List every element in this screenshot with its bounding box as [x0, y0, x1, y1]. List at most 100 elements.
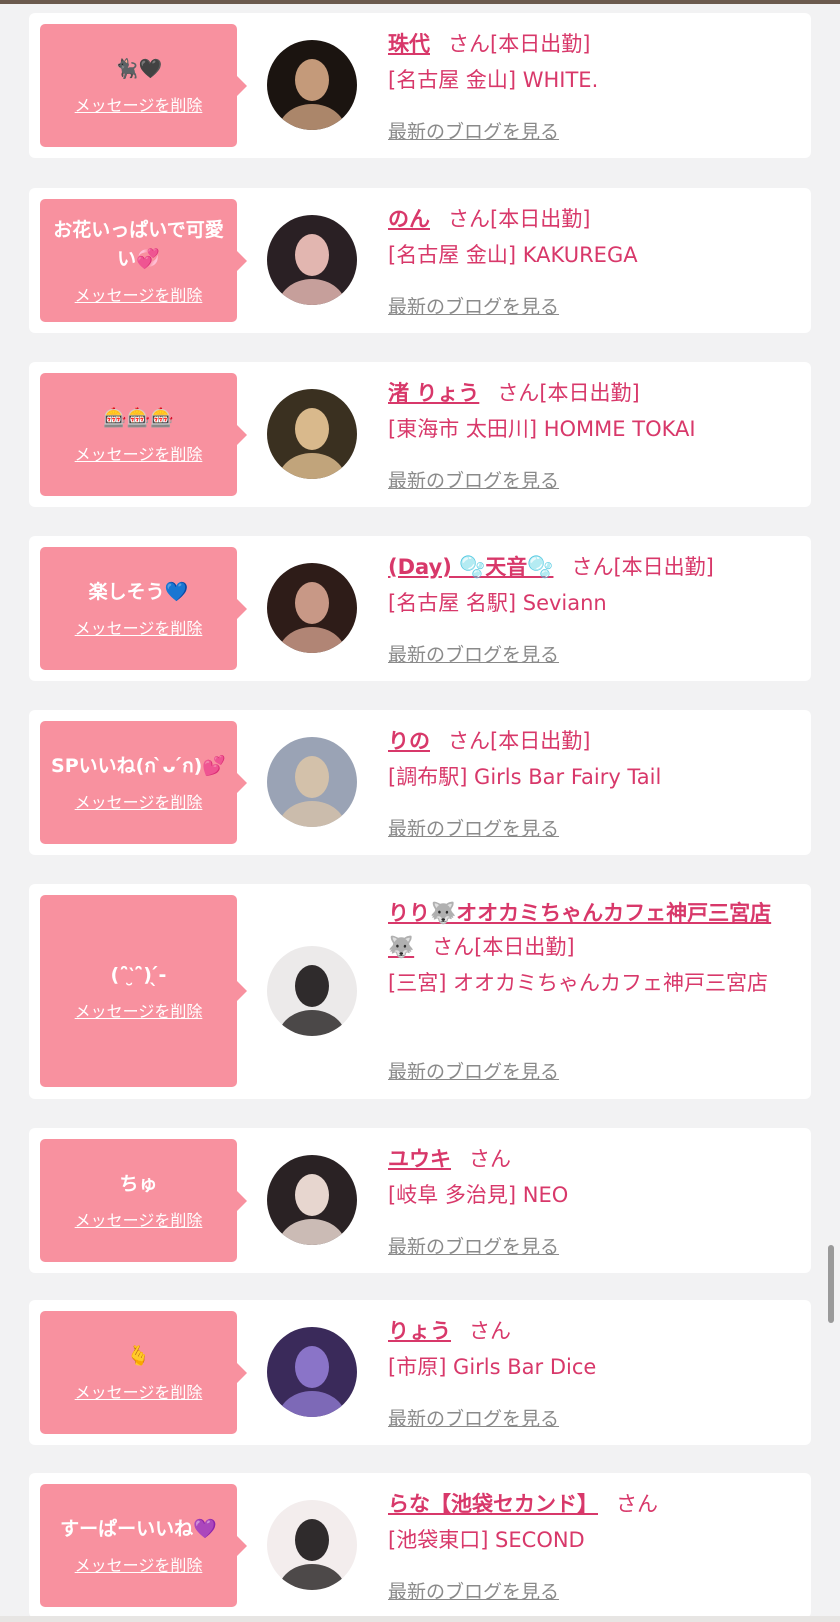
message-card: 🎰🎰🎰 メッセージを削除 渚 りょう さん[本日出勤] [東海市 太田川] HOM… — [29, 362, 811, 507]
shop-label: [調布駅] Girls Bar Fairy Tail — [388, 765, 662, 789]
avatar-image — [267, 563, 357, 653]
shop-label: [池袋東口] SECOND — [388, 1528, 585, 1552]
delete-message-link[interactable]: メッセージを削除 — [75, 92, 203, 116]
cast-name-link[interactable]: (Day) 🫧天音🫧 — [388, 555, 553, 579]
avatar[interactable] — [267, 1327, 357, 1417]
honorific: さん — [448, 32, 490, 56]
message-card: ちゅ メッセージを削除 ユウキ さん [岐阜 多治見] NEO 最新のブログを見る — [29, 1128, 811, 1273]
cast-name-link[interactable]: らな【池袋セカンド】 — [388, 1492, 598, 1516]
avatar[interactable] — [267, 389, 357, 479]
avatar-image — [267, 389, 357, 479]
name-line: ユウキ さん — [388, 1142, 800, 1176]
delete-message-link[interactable]: メッセージを削除 — [75, 1379, 203, 1403]
honorific: さん — [432, 935, 475, 959]
message-bubble: SPいいね(ก ̀ᴗ ́ก)💕 メッセージを削除 — [40, 721, 247, 844]
message-bubble: 🐈‍⬛🖤 メッセージを削除 — [40, 24, 247, 147]
blog-link[interactable]: 最新のブログを見る — [388, 292, 559, 319]
cast-name-link[interactable]: 珠代 — [388, 32, 430, 56]
top-border — [0, 0, 840, 4]
scrollbar-thumb[interactable] — [828, 1245, 834, 1323]
message-card: すーぱーいいね💜 メッセージを削除 らな【池袋セカンド】 さん [池袋東口] SE… — [29, 1473, 811, 1618]
honorific: さん — [469, 1319, 511, 1343]
blog-link[interactable]: 最新のブログを見る — [388, 1404, 559, 1431]
name-line: (Day) 🫧天音🫧 さん[本日出勤] — [388, 550, 800, 584]
cast-info: 渚 りょう さん[本日出勤] [東海市 太田川] HOMME TOKAI — [388, 376, 800, 446]
avatar[interactable] — [267, 40, 357, 130]
message-card: 🐈‍⬛🖤 メッセージを削除 珠代 さん[本日出勤] [名古屋 金山] WHITE.… — [29, 13, 811, 158]
shop-label: [名古屋 金山] WHITE. — [388, 68, 599, 92]
message-text: お花いっぱいで可愛い💞 — [53, 218, 224, 270]
name-line: らな【池袋セカンド】 さん — [388, 1487, 800, 1521]
cast-info: らな【池袋セカンド】 さん [池袋東口] SECOND — [388, 1487, 800, 1557]
honorific: さん — [497, 381, 540, 405]
name-line: 珠代 さん[本日出勤] — [388, 27, 800, 61]
blog-link[interactable]: 最新のブログを見る — [388, 1057, 559, 1084]
message-bubble: 🫰 メッセージを削除 — [40, 1311, 247, 1434]
status-label: [本日出勤] — [490, 32, 591, 56]
delete-message-link[interactable]: メッセージを削除 — [75, 615, 203, 639]
cast-info: のん さん[本日出勤] [名古屋 金山] KAKUREGA — [388, 202, 800, 272]
blog-link[interactable]: 最新のブログを見る — [388, 466, 559, 493]
blog-link[interactable]: 最新のブログを見る — [388, 1232, 559, 1259]
cast-name-link[interactable]: りの — [388, 729, 430, 753]
honorific: さん — [571, 555, 614, 579]
avatar[interactable] — [267, 737, 357, 827]
cast-name-link[interactable]: りょう — [388, 1319, 451, 1343]
cast-info: りの さん[本日出勤] [調布駅] Girls Bar Fairy Tail — [388, 724, 800, 794]
avatar[interactable] — [267, 563, 357, 653]
avatar[interactable] — [267, 215, 357, 305]
shop-label: [東海市 太田川] HOMME TOKAI — [388, 417, 696, 441]
name-line: りの さん[本日出勤] — [388, 724, 800, 758]
delete-message-link[interactable]: メッセージを削除 — [75, 282, 203, 306]
avatar-image — [267, 737, 357, 827]
delete-message-link[interactable]: メッセージを削除 — [75, 998, 203, 1022]
cast-name-link[interactable]: 渚 りょう — [388, 381, 479, 405]
cast-name-link[interactable]: ユウキ — [388, 1147, 451, 1171]
message-text: 楽しそう💙 — [88, 581, 189, 603]
shop-label: [名古屋 金山] KAKUREGA — [388, 243, 638, 267]
avatar-image — [267, 215, 357, 305]
message-text: (ˆ̑‵̮ˆ̑)︎ ̖́-‬ — [110, 963, 167, 986]
name-line: 渚 りょう さん[本日出勤] — [388, 376, 800, 410]
cast-info: りり🐺オオカミちゃんカフェ神戸三宮店🐺 さん[本日出勤] [三宮] オオカミちゃん… — [388, 896, 800, 1000]
avatar-image — [267, 1500, 357, 1590]
cast-info: 珠代 さん[本日出勤] [名古屋 金山] WHITE. — [388, 27, 800, 97]
status-label: [本日出勤] — [474, 935, 575, 959]
avatar[interactable] — [267, 946, 357, 1036]
message-bubble: 楽しそう💙 メッセージを削除 — [40, 547, 247, 670]
name-line: りり🐺オオカミちゃんカフェ神戸三宮店🐺 さん[本日出勤] — [388, 896, 800, 964]
message-bubble: (ˆ̑‵̮ˆ̑)︎ ̖́-‬ メッセージを削除 — [40, 895, 247, 1087]
message-text: 🎰🎰🎰 — [103, 407, 174, 429]
message-bubble: 🎰🎰🎰 メッセージを削除 — [40, 373, 247, 496]
delete-message-link[interactable]: メッセージを削除 — [75, 1207, 203, 1231]
blog-link[interactable]: 最新のブログを見る — [388, 1577, 559, 1604]
message-card: SPいいね(ก ̀ᴗ ́ก)💕 メッセージを削除 りの さん[本日出勤] [調布駅… — [29, 710, 811, 855]
message-text: すーぱーいいね💜 — [60, 1518, 217, 1540]
avatar-image — [267, 1327, 357, 1417]
avatar[interactable] — [267, 1155, 357, 1245]
blog-link[interactable]: 最新のブログを見る — [388, 117, 559, 144]
delete-message-link[interactable]: メッセージを削除 — [75, 789, 203, 813]
status-label: [本日出勤] — [490, 729, 591, 753]
avatar-image — [267, 40, 357, 130]
message-card: (ˆ̑‵̮ˆ̑)︎ ̖́-‬ メッセージを削除 りり🐺オオカミちゃんカフェ神戸三… — [29, 884, 811, 1099]
blog-link[interactable]: 最新のブログを見る — [388, 814, 559, 841]
cast-name-link[interactable]: のん — [388, 207, 430, 231]
message-card: 🫰 メッセージを削除 りょう さん [市原] Girls Bar Dice 最新の… — [29, 1300, 811, 1445]
avatar-image — [267, 1155, 357, 1245]
delete-message-link[interactable]: メッセージを削除 — [75, 441, 203, 465]
message-bubble: お花いっぱいで可愛い💞 メッセージを削除 — [40, 199, 247, 322]
message-text: ちゅ — [119, 1173, 158, 1195]
blog-link[interactable]: 最新のブログを見る — [388, 640, 559, 667]
avatar[interactable] — [267, 1500, 357, 1590]
shop-label: [市原] Girls Bar Dice — [388, 1355, 597, 1379]
honorific: さん — [448, 729, 490, 753]
message-card: 楽しそう💙 メッセージを削除 (Day) 🫧天音🫧 さん[本日出勤] [名古屋 名… — [29, 536, 811, 681]
name-line: のん さん[本日出勤] — [388, 202, 800, 236]
message-card: お花いっぱいで可愛い💞 メッセージを削除 のん さん[本日出勤] [名古屋 金山]… — [29, 188, 811, 333]
shop-label: [岐阜 多治見] NEO — [388, 1183, 569, 1207]
delete-message-link[interactable]: メッセージを削除 — [75, 1552, 203, 1576]
cast-info: (Day) 🫧天音🫧 さん[本日出勤] [名古屋 名駅] Seviann — [388, 550, 800, 620]
name-line: りょう さん — [388, 1314, 800, 1348]
bottom-bar — [0, 1616, 840, 1622]
